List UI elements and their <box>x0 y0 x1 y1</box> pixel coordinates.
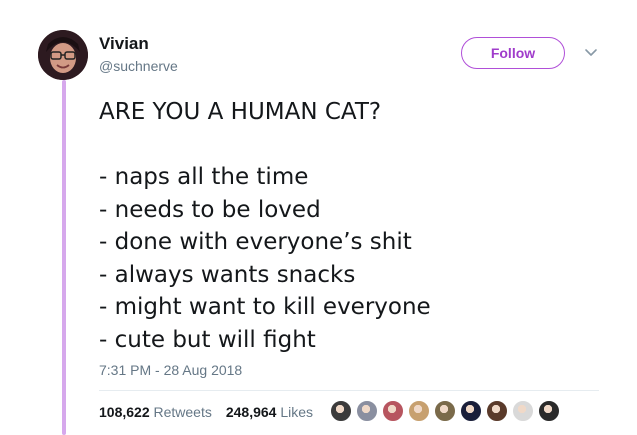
liker-avatar[interactable] <box>408 400 430 422</box>
liker-avatar[interactable] <box>460 400 482 422</box>
divider <box>99 390 599 391</box>
likes-count: 248,964 <box>225 404 277 420</box>
tweet-line: - cute but will fight <box>99 326 316 353</box>
tweet-line: - done with everyone’s shit <box>99 229 412 255</box>
user-name[interactable]: Vivian <box>99 34 149 54</box>
retweets-label: Retweets <box>153 404 212 420</box>
tweet-title: ARE YOU A HUMAN CAT? <box>99 99 382 125</box>
tweet-text: ARE YOU A HUMAN CAT? - naps all the time… <box>99 96 599 356</box>
avatar[interactable] <box>38 30 88 80</box>
likes-label: Likes <box>280 404 314 420</box>
tweet-line: - naps all the time <box>99 164 309 190</box>
liker-avatar[interactable] <box>512 400 534 422</box>
tweet-line: - needs to be loved <box>99 196 321 223</box>
liker-avatar[interactable] <box>356 400 378 422</box>
tweet-line: - might want to kill everyone <box>99 294 431 320</box>
tweet-stats: 108,622 Retweets 248,964 Likes <box>99 404 322 420</box>
follow-button[interactable]: Follow <box>461 37 565 69</box>
chevron-down-icon[interactable] <box>583 44 599 60</box>
retweets-count: 108,622 <box>99 404 150 420</box>
tweet-timestamp[interactable]: 7:31 PM - 28 Aug 2018 <box>99 362 242 378</box>
liker-avatar[interactable] <box>434 400 456 422</box>
liker-avatar[interactable] <box>538 400 560 422</box>
retweets-stat[interactable]: 108,622 Retweets <box>99 404 212 420</box>
user-handle[interactable]: @suchnerve <box>99 58 178 74</box>
likers-avatars <box>330 400 560 422</box>
liker-avatar[interactable] <box>330 400 352 422</box>
liker-avatar[interactable] <box>382 400 404 422</box>
thread-line <box>62 80 66 435</box>
likes-stat[interactable]: 248,964 Likes <box>226 404 313 420</box>
avatar-image <box>38 30 88 80</box>
tweet-line: - always wants snacks <box>99 261 356 288</box>
liker-avatar[interactable] <box>486 400 508 422</box>
